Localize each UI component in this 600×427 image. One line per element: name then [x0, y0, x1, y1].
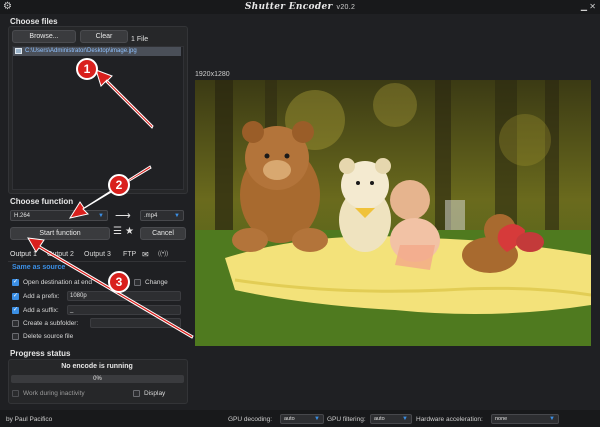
gpu-filtering-select[interactable]: auto ▼	[370, 414, 412, 424]
author-credit: by Paul Pacifico	[6, 416, 53, 423]
annotation-arrow-1	[95, 69, 154, 129]
annotation-marker-3: 3	[108, 271, 130, 293]
gpu-decoding-value: auto	[284, 416, 295, 422]
gpu-filtering-label: GPU filtering:	[327, 416, 366, 423]
hw-accel-label: Hardware acceleration:	[416, 416, 483, 423]
gpu-decoding-label: GPU decoding:	[228, 416, 273, 423]
annotation-marker-1: 1	[76, 58, 98, 80]
hw-accel-value: none	[495, 416, 508, 422]
chevron-down-icon: ▼	[314, 416, 320, 422]
chevron-down-icon: ▼	[549, 416, 555, 422]
hw-accel-select[interactable]: none ▼	[491, 414, 559, 424]
annotation-marker-2: 2	[108, 174, 130, 196]
gpu-decoding-select[interactable]: auto ▼	[280, 414, 324, 424]
chevron-down-icon: ▼	[402, 416, 408, 422]
gpu-filtering-value: auto	[374, 416, 385, 422]
